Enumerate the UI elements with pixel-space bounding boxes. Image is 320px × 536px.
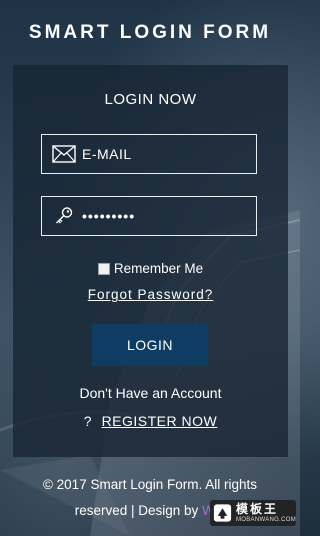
login-button[interactable]: LOGIN — [92, 324, 208, 366]
envelope-icon — [46, 135, 82, 173]
register-link[interactable]: REGISTER NOW — [102, 413, 218, 429]
login-heading: LOGIN NOW — [104, 91, 197, 108]
forgot-password-link[interactable]: Forgot Password? — [13, 287, 288, 302]
password-field[interactable]: ••••••••• — [41, 196, 257, 236]
password-value: ••••••••• — [82, 208, 136, 224]
remember-me: Remember Me — [13, 261, 288, 276]
key-icon — [46, 197, 82, 235]
watermark-icon — [213, 504, 232, 522]
remember-checkbox[interactable] — [97, 262, 110, 275]
watermark-url: MOBANWANG.COM — [235, 517, 296, 523]
footer-design-label: reserved | Design by — [74, 503, 199, 518]
register-prefix: ? — [83, 413, 92, 429]
watermark-title: 模板王 — [235, 502, 278, 516]
remember-label: Remember Me — [113, 261, 204, 276]
watermark-logo: 模板王 MOBANWANG.COM — [210, 500, 296, 526]
footer-copyright: © 2017 Smart Login Form. All rights — [42, 477, 258, 492]
register-row: ? REGISTER NOW — [13, 413, 288, 429]
page-title: SMART LOGIN FORM — [28, 22, 272, 43]
email-value: E-MAIL — [82, 146, 132, 162]
email-field[interactable]: E-MAIL — [41, 134, 257, 174]
no-account-text: Don't Have an Account — [79, 385, 222, 401]
login-panel: LOGIN NOW E-MAIL ••••••••• Remember Me F… — [13, 65, 288, 457]
